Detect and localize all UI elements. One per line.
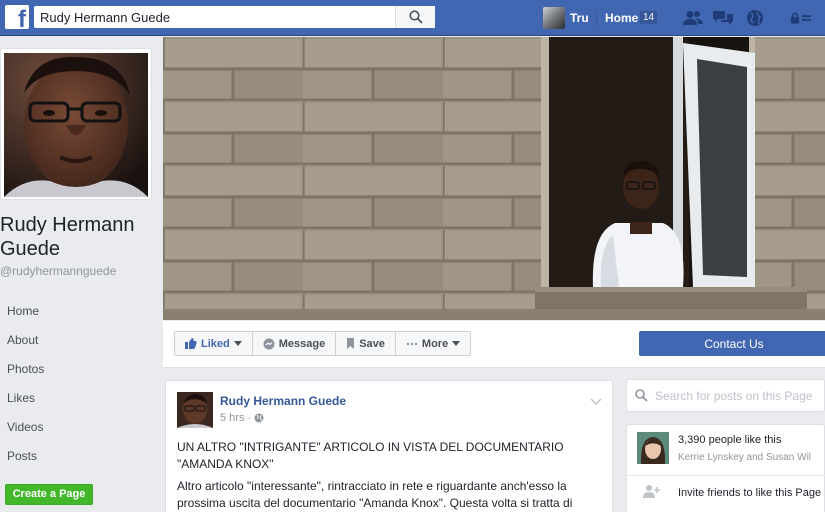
post-time-label: 5 hrs (220, 412, 245, 424)
nav-likes[interactable]: Likes (0, 385, 160, 414)
globe-privacy-icon (254, 413, 264, 423)
page-username[interactable]: @rudyhermannguede (0, 264, 116, 278)
profile-picture[interactable] (4, 53, 148, 197)
more-label: More (421, 337, 449, 350)
global-search-box (34, 6, 435, 28)
top-user-profile-link[interactable]: Tru (543, 6, 589, 30)
post-author-name[interactable]: Rudy Hermann Guede (220, 394, 346, 408)
search-icon (408, 10, 423, 24)
page-action-bar: Liked Message Save More Contact Us (163, 321, 825, 368)
page-navigation: Home About Photos Likes Videos Posts (0, 298, 160, 472)
top-user-name: Tru (570, 11, 589, 25)
divider (627, 475, 825, 476)
liked-label: Liked (201, 337, 230, 350)
message-label: Message (278, 337, 326, 350)
save-button[interactable]: Save (336, 332, 396, 355)
nav-photos[interactable]: Photos (0, 356, 160, 385)
friends-who-like[interactable]: Kerrie Lynskey and Susan Wil (678, 452, 811, 463)
avatar (543, 7, 565, 29)
contact-us-button[interactable]: Contact Us (639, 331, 825, 356)
post-timestamp[interactable]: 5 hrs · (220, 412, 264, 424)
nav-videos[interactable]: Videos (0, 414, 160, 443)
privacy-shortcuts-icon[interactable] (790, 8, 812, 28)
friend-requests-icon[interactable] (682, 8, 704, 28)
globe-notifications-icon[interactable] (744, 8, 766, 28)
timeline-post: Rudy Hermann Guede 5 hrs · UN ALTRO "INT… (165, 380, 613, 512)
liked-button[interactable]: Liked (175, 332, 253, 355)
nav-about[interactable]: About (0, 327, 160, 356)
chevron-down-icon (452, 341, 461, 346)
top-navigation-bar: f Tru Home 14 (0, 0, 825, 36)
nav-posts[interactable]: Posts (0, 443, 160, 472)
profile-picture-frame[interactable] (0, 48, 152, 200)
bookmark-icon (347, 338, 355, 349)
nav-home[interactable]: Home (0, 298, 160, 327)
page-likes-count: 3,390 people like this (678, 434, 782, 446)
post-title-text: UN ALTRO "INTRIGANTE" ARTICOLO IN VISTA … (177, 440, 564, 471)
page-action-buttons: Liked Message Save More (174, 331, 472, 356)
page-title[interactable]: Rudy Hermann Guede (0, 213, 160, 261)
search-button[interactable] (395, 6, 435, 28)
more-dots-icon (406, 342, 418, 345)
messages-icon[interactable] (712, 8, 734, 28)
post-author-avatar[interactable] (177, 392, 213, 428)
facebook-logo-icon[interactable]: f (5, 5, 29, 29)
chevron-down-icon (233, 341, 242, 346)
create-page-button[interactable]: Create a Page (5, 484, 93, 505)
invite-friends-icon (643, 484, 661, 503)
page-posts-search (626, 379, 825, 412)
contact-us-label: Contact Us (704, 336, 764, 351)
more-button[interactable]: More (396, 332, 470, 355)
invite-friends-link[interactable]: Invite friends to like this Page (678, 487, 821, 499)
home-count-badge: 14 (640, 11, 658, 24)
message-button[interactable]: Message (253, 332, 337, 355)
message-bubble-icon (263, 338, 275, 349)
thumbs-up-icon (185, 338, 197, 349)
post-options-chevron-icon[interactable] (590, 393, 602, 411)
dot-separator: · (247, 412, 252, 424)
post-body-text: Altro articolo "interessante", rintracci… (177, 479, 573, 510)
page-posts-search-input[interactable] (655, 380, 825, 411)
divider (596, 10, 597, 26)
home-link[interactable]: Home (605, 11, 638, 25)
search-icon (635, 389, 648, 402)
save-label: Save (359, 337, 385, 350)
global-search-input[interactable] (34, 6, 394, 28)
cover-photo[interactable] (163, 37, 825, 320)
friend-avatar[interactable] (637, 432, 669, 464)
page-likes-box: 3,390 people like this Kerrie Lynskey an… (626, 424, 825, 512)
